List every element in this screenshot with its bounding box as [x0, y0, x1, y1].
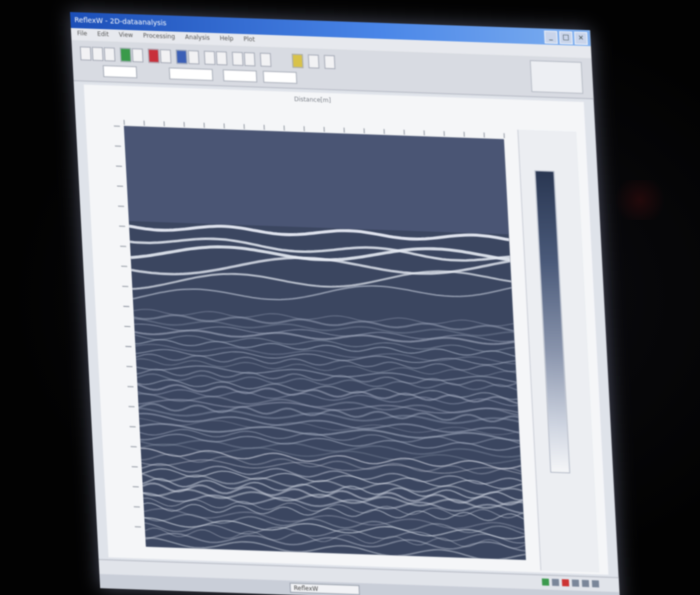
print-icon[interactable] [103, 47, 116, 62]
x-axis-tick [163, 121, 165, 127]
x-axis-tick [323, 126, 325, 132]
y-axis-tick [128, 406, 135, 408]
x-axis-tick [303, 126, 305, 132]
tool-button[interactable] [175, 49, 188, 65]
x-axis-tick [203, 122, 205, 128]
color-icon[interactable] [147, 48, 160, 64]
zoom-icon[interactable] [119, 47, 132, 63]
colorbar [534, 170, 571, 474]
menu-item-analysis[interactable]: Analysis [185, 32, 210, 45]
taskbar-task[interactable]: ReflexW [289, 582, 361, 595]
x-axis-tick [503, 133, 505, 139]
radargram-image [123, 125, 526, 560]
close-button[interactable]: × [574, 31, 588, 46]
y-axis-tick [119, 225, 126, 227]
x-axis-tick [423, 130, 425, 136]
y-axis-tick [123, 305, 130, 308]
colorbar-panel [517, 129, 600, 573]
x-axis-tick [183, 121, 185, 128]
menu-item-view[interactable]: View [119, 30, 134, 43]
tool-button[interactable] [243, 52, 256, 67]
x-axis-tick [283, 125, 285, 131]
y-axis-tick [133, 506, 140, 508]
y-axis-tick [120, 245, 127, 247]
y-axis-tick [117, 185, 124, 187]
monitor-screen: ReflexW - 2D-dataanalysis _ □ × File Edi… [70, 12, 621, 595]
y-axis-tick [132, 486, 139, 488]
background-glare [610, 180, 670, 220]
plot-title: Distance[m] [293, 95, 332, 105]
tool-button[interactable] [203, 50, 216, 66]
minimize-button[interactable]: _ [544, 30, 558, 45]
flag-icon[interactable] [291, 53, 304, 69]
x-axis-tick [463, 131, 465, 137]
x-axis-tick [483, 132, 485, 138]
maximize-button[interactable]: □ [559, 31, 573, 45]
tray-icon[interactable] [551, 578, 560, 587]
y-axis-tick [113, 125, 120, 127]
y-axis-tick [126, 365, 133, 368]
tool-button[interactable] [159, 49, 172, 64]
tool-button[interactable] [215, 51, 228, 66]
air-layer [123, 125, 509, 235]
y-axis-tick [130, 446, 137, 448]
window-controls: _ □ × [544, 30, 588, 46]
y-axis-tick [121, 265, 128, 267]
toolbar-field[interactable] [168, 67, 214, 82]
tool-button[interactable] [307, 54, 320, 69]
tool-button[interactable] [131, 48, 144, 63]
x-axis-tick [363, 128, 365, 134]
x-axis-tick [143, 120, 145, 126]
radargram-plot[interactable] [123, 125, 526, 560]
x-axis-tick [223, 123, 225, 129]
tool-button[interactable] [323, 54, 336, 70]
x-axis-tick [263, 124, 265, 130]
x-axis-tick [343, 127, 345, 133]
y-axis-tick [115, 165, 123, 167]
tool-button[interactable] [187, 50, 200, 65]
y-axis-tick [129, 426, 136, 428]
y-axis-tick [127, 386, 134, 388]
tray-icon[interactable] [581, 579, 590, 588]
menu-item-help[interactable]: Help [220, 33, 234, 45]
x-axis-tick [443, 131, 445, 137]
toolbar-panel [529, 60, 584, 94]
y-axis-tick [118, 205, 125, 207]
toolbar-field[interactable] [102, 65, 138, 79]
y-axis-tick [124, 325, 131, 328]
y-axis-tick [122, 285, 129, 288]
toolbar-field[interactable] [262, 70, 298, 84]
y-axis-tick [131, 466, 138, 468]
x-axis-tick [123, 119, 125, 125]
x-axis-tick [403, 129, 405, 135]
tool-button[interactable] [259, 52, 272, 68]
x-axis-tick [243, 124, 245, 130]
x-axis-tick [383, 128, 385, 134]
photo-scene: ReflexW - 2D-dataanalysis _ □ × File Edi… [0, 0, 700, 595]
system-tray [541, 578, 600, 588]
menu-item-processing[interactable]: Processing [143, 31, 176, 44]
menu-item-edit[interactable]: Edit [97, 29, 109, 41]
y-axis-tick [125, 345, 132, 348]
open-icon[interactable] [79, 46, 92, 61]
window-title: ReflexW - 2D-dataanalysis [74, 16, 167, 28]
tray-icon[interactable] [541, 578, 550, 586]
tray-icon[interactable] [561, 579, 570, 587]
plot-workspace: Distance[m] [83, 84, 609, 575]
toolbar-field[interactable] [222, 69, 258, 83]
menu-item-file[interactable]: File [77, 28, 88, 40]
tray-icon[interactable] [591, 580, 600, 588]
y-axis-tick [134, 526, 141, 528]
tool-button[interactable] [231, 51, 244, 67]
save-icon[interactable] [91, 46, 104, 62]
tray-icon[interactable] [571, 579, 580, 587]
y-axis-tick [114, 145, 121, 147]
menu-item-plot[interactable]: Plot [243, 34, 255, 46]
